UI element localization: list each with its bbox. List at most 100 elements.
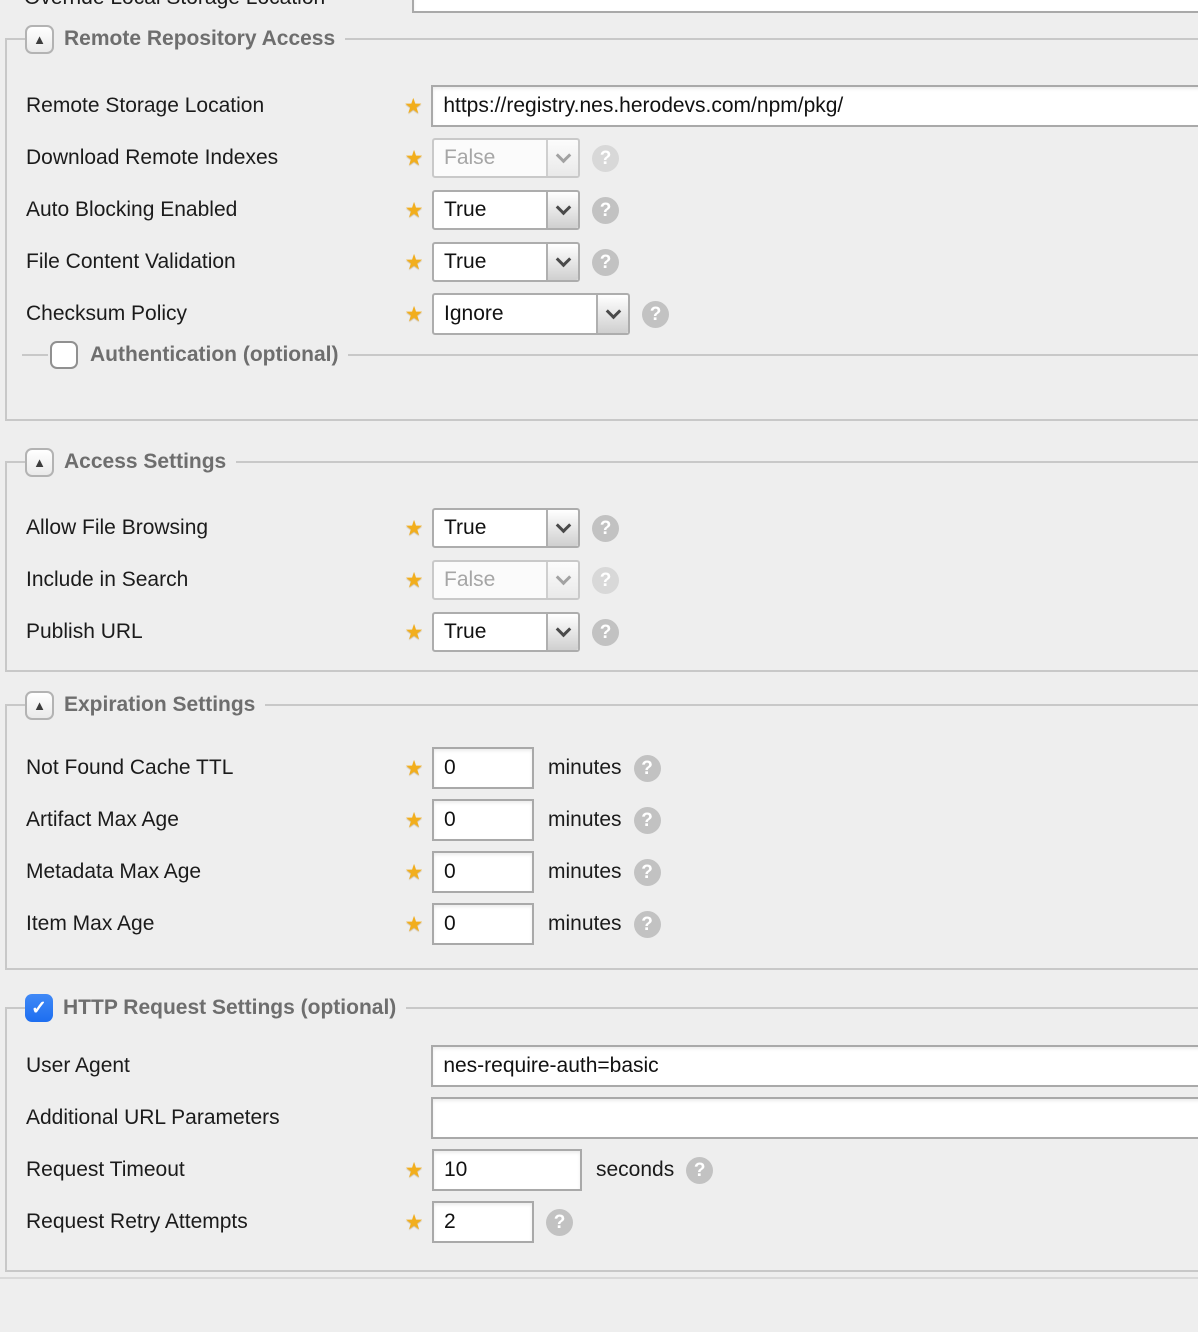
field-row-metadata-max-age: Metadata Max Age ★ minutes ? — [26, 852, 1198, 892]
checksum-policy-dropdown[interactable]: Ignore — [432, 293, 630, 335]
field-label: Artifact Max Age — [26, 808, 402, 832]
field-label: Auto Blocking Enabled — [26, 198, 402, 222]
legend-expiration-settings: ▲ Expiration Settings — [5, 689, 1198, 721]
field-row-publish-url: Publish URL ★ True ? — [26, 612, 1198, 652]
help-icon[interactable]: ? — [592, 145, 619, 172]
item-max-age-input[interactable] — [432, 903, 534, 945]
help-icon[interactable]: ? — [642, 301, 669, 328]
authentication-checkbox[interactable] — [50, 341, 78, 369]
field-label: Include in Search — [26, 568, 402, 592]
help-icon[interactable]: ? — [592, 619, 619, 646]
section-title: Remote Repository Access — [64, 27, 335, 51]
field-label: Checksum Policy — [26, 302, 402, 326]
override-local-storage-label: Override Local Storage Location — [24, 0, 325, 10]
http-request-settings-checkbox[interactable]: ✓ — [25, 994, 53, 1022]
fieldset-access-settings: ▲ Access Settings Allow File Browsing ★ … — [5, 462, 1198, 672]
required-star-icon: ★ — [402, 516, 426, 541]
help-icon[interactable]: ? — [592, 515, 619, 542]
chevron-down-icon — [546, 562, 578, 598]
field-row-request-retry-attempts: Request Retry Attempts ★ ? — [26, 1202, 1198, 1242]
legend-http-request-settings: ✓ HTTP Request Settings (optional) — [5, 992, 1198, 1024]
triangle-up-icon: ▲ — [33, 456, 46, 469]
field-row-artifact-max-age: Artifact Max Age ★ minutes ? — [26, 800, 1198, 840]
field-label: Request Timeout — [26, 1158, 402, 1182]
field-row-remote-storage-location: Remote Storage Location ★ — [26, 86, 1198, 126]
collapse-toggle-button[interactable]: ▲ — [25, 448, 54, 477]
checkmark-icon: ✓ — [31, 997, 47, 1020]
help-icon[interactable]: ? — [546, 1209, 573, 1236]
request-timeout-input[interactable] — [432, 1149, 582, 1191]
help-icon[interactable]: ? — [592, 197, 619, 224]
unit-label: seconds — [596, 1158, 674, 1182]
auto-blocking-enabled-dropdown[interactable]: True — [432, 190, 580, 230]
legend-remote-repository-access: ▲ Remote Repository Access — [5, 23, 1198, 55]
required-star-icon: ★ — [402, 146, 426, 171]
field-row-include-in-search: Include in Search ★ False ? — [26, 560, 1198, 600]
help-icon[interactable]: ? — [634, 755, 661, 782]
help-icon[interactable]: ? — [634, 911, 661, 938]
required-star-icon: ★ — [402, 808, 426, 833]
publish-url-dropdown[interactable]: True — [432, 612, 580, 652]
help-icon[interactable]: ? — [592, 249, 619, 276]
field-row-additional-url-parameters: Additional URL Parameters ★ — [26, 1098, 1198, 1138]
field-row-user-agent: User Agent ★ — [26, 1046, 1198, 1086]
help-icon[interactable]: ? — [592, 567, 619, 594]
field-label: Download Remote Indexes — [26, 146, 402, 170]
field-label: Metadata Max Age — [26, 860, 402, 884]
field-row-download-remote-indexes: Download Remote Indexes ★ False ? — [26, 138, 1198, 178]
auth-subsection-title: Authentication (optional) — [90, 343, 338, 367]
help-icon[interactable]: ? — [634, 859, 661, 886]
field-label: Allow File Browsing — [26, 516, 402, 540]
required-star-icon: ★ — [402, 302, 426, 327]
triangle-up-icon: ▲ — [33, 33, 46, 46]
chevron-down-icon[interactable] — [546, 510, 578, 546]
triangle-up-icon: ▲ — [33, 699, 46, 712]
chevron-down-icon[interactable] — [546, 614, 578, 650]
field-label: Remote Storage Location — [26, 94, 401, 118]
help-icon[interactable]: ? — [686, 1157, 713, 1184]
field-row-item-max-age: Item Max Age ★ minutes ? — [26, 904, 1198, 944]
section-title: Expiration Settings — [64, 693, 255, 717]
field-row-request-timeout: Request Timeout ★ seconds ? — [26, 1150, 1198, 1190]
required-star-icon: ★ — [401, 94, 425, 119]
override-local-storage-input[interactable] — [412, 0, 1198, 13]
user-agent-input[interactable] — [431, 1045, 1198, 1087]
unit-label: minutes — [548, 808, 622, 832]
required-star-icon: ★ — [402, 620, 426, 645]
required-star-icon: ★ — [402, 568, 426, 593]
file-content-validation-dropdown[interactable]: True — [432, 242, 580, 282]
collapse-toggle-button[interactable]: ▲ — [25, 691, 54, 720]
field-label: File Content Validation — [26, 250, 402, 274]
chevron-down-icon[interactable] — [546, 244, 578, 280]
field-row-checksum-policy: Checksum Policy ★ Ignore ? — [26, 294, 1198, 334]
artifact-max-age-input[interactable] — [432, 799, 534, 841]
required-star-icon: ★ — [402, 912, 426, 937]
request-retry-attempts-input[interactable] — [432, 1201, 534, 1243]
not-found-cache-ttl-input[interactable] — [432, 747, 534, 789]
field-label: Not Found Cache TTL — [26, 756, 402, 780]
help-icon[interactable]: ? — [634, 807, 661, 834]
required-star-icon: ★ — [402, 860, 426, 885]
field-label: Request Retry Attempts — [26, 1210, 402, 1234]
required-star-icon: ★ — [402, 756, 426, 781]
field-row-not-found-cache-ttl: Not Found Cache TTL ★ minutes ? — [26, 748, 1198, 788]
field-label: Item Max Age — [26, 912, 402, 936]
required-star-icon: ★ — [402, 1158, 426, 1183]
required-star-icon: ★ — [402, 198, 426, 223]
chevron-down-icon[interactable] — [546, 192, 578, 228]
fieldset-remote-repository-access: ▲ Remote Repository Access Remote Storag… — [5, 39, 1198, 421]
section-title: HTTP Request Settings (optional) — [63, 996, 396, 1020]
collapse-toggle-button[interactable]: ▲ — [25, 25, 54, 54]
panel-bottom-edge — [0, 1277, 1198, 1279]
repository-config-panel: Override Local Storage Location ▲ Remote… — [0, 0, 1198, 1332]
include-in-search-dropdown: False — [432, 560, 580, 600]
fieldset-expiration-settings: ▲ Expiration Settings Not Found Cache TT… — [5, 705, 1198, 970]
chevron-down-icon — [546, 140, 578, 176]
metadata-max-age-input[interactable] — [432, 851, 534, 893]
unit-label: minutes — [548, 860, 622, 884]
allow-file-browsing-dropdown[interactable]: True — [432, 508, 580, 548]
additional-url-parameters-input[interactable] — [431, 1097, 1198, 1139]
remote-storage-location-input[interactable] — [431, 85, 1198, 127]
unit-label: minutes — [548, 912, 622, 936]
chevron-down-icon[interactable] — [596, 295, 628, 333]
